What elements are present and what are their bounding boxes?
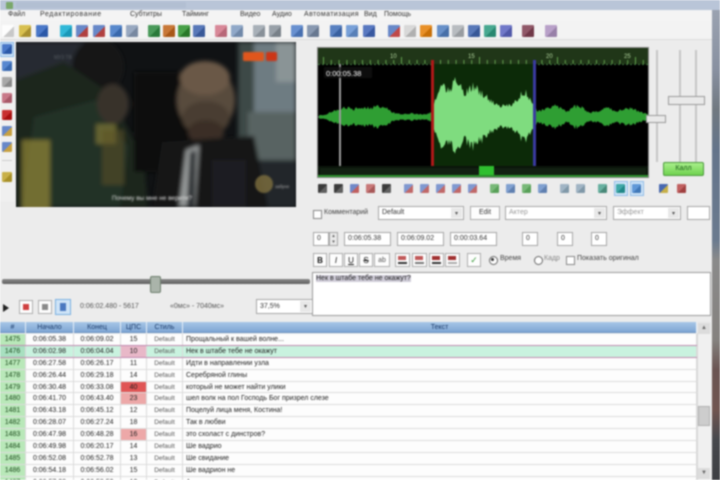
svg-text:10: 10 [390, 54, 397, 60]
svg-text:MУ3 ТВ: MУ3 ТВ [54, 55, 73, 61]
svg-text:25: 25 [624, 54, 631, 60]
svg-text:забуне: забуне [275, 184, 290, 189]
svg-text:0:00:05.38: 0:00:05.38 [326, 69, 361, 78]
svg-text:Почему вы мне не верите?: Почему вы мне не верите? [112, 195, 193, 202]
svg-text:15: 15 [468, 54, 475, 60]
svg-text:20: 20 [546, 54, 553, 60]
